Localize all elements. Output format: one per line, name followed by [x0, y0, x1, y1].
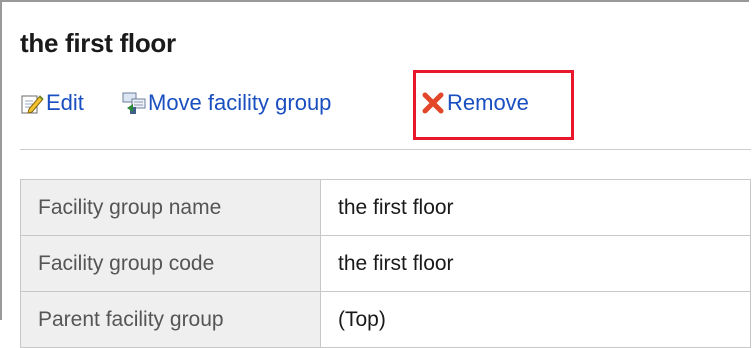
section-divider	[20, 149, 751, 150]
edit-icon	[20, 91, 44, 115]
edit-label: Edit	[46, 90, 84, 115]
page-title: the first floor	[20, 28, 176, 58]
parent-facility-group-label: Parent facility group	[20, 291, 321, 348]
facility-group-details-panel: the first floor Edit Move facility group…	[0, 0, 751, 348]
move-facility-group-icon	[122, 91, 146, 115]
parent-facility-group-value: (Top)	[320, 291, 751, 348]
move-facility-group-link[interactable]: Move facility group	[122, 90, 331, 116]
remove-highlight-box	[413, 70, 574, 140]
move-facility-group-label: Move facility group	[148, 90, 332, 115]
facility-group-name-label: Facility group name	[20, 179, 321, 236]
table-row: Parent facility group (Top)	[20, 291, 751, 348]
details-table: Facility group name the first floor Faci…	[20, 179, 751, 348]
table-row: Facility group code the first floor	[20, 235, 751, 292]
facility-group-name-value: the first floor	[320, 179, 751, 236]
facility-group-code-value: the first floor	[320, 235, 751, 292]
edit-link[interactable]: Edit	[20, 90, 84, 116]
table-row: Facility group name the first floor	[20, 179, 751, 236]
facility-group-code-label: Facility group code	[20, 235, 321, 292]
